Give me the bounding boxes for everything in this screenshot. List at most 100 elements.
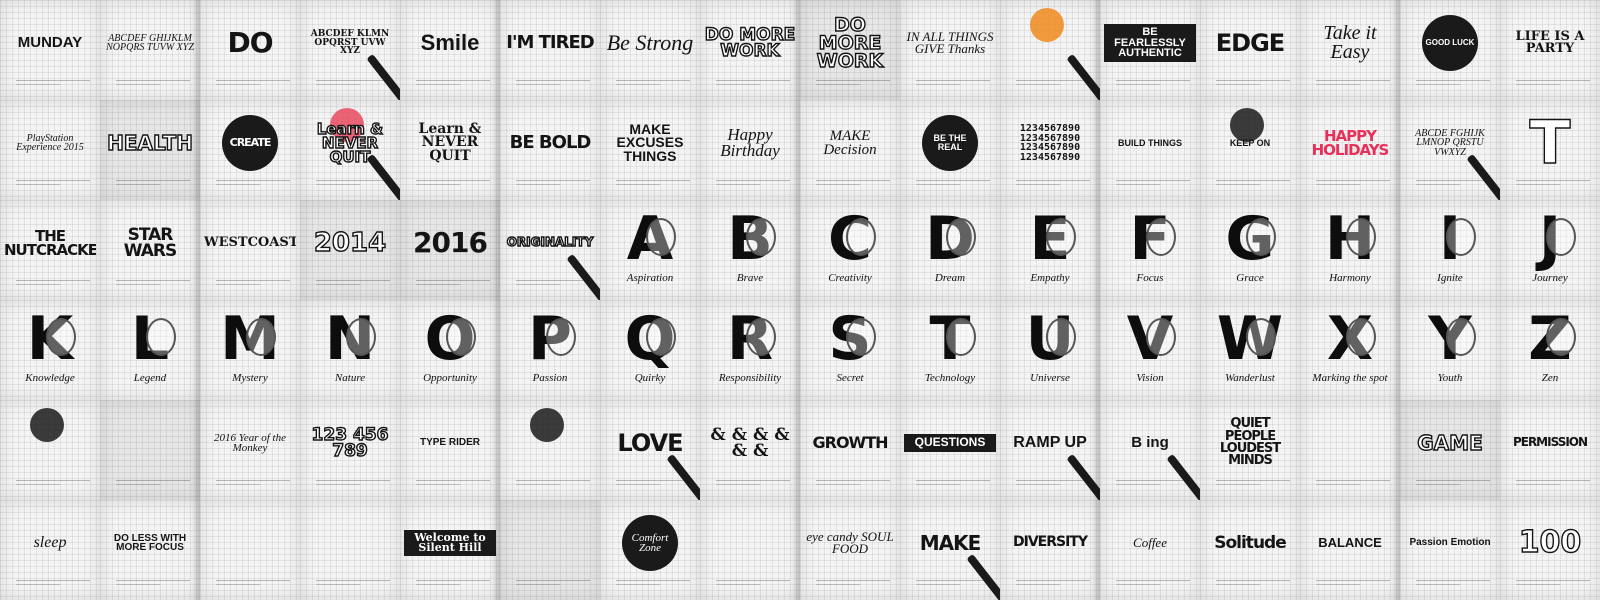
illustrated-letter: Q <box>618 304 682 374</box>
letter-caption-word: Knowledge <box>25 372 75 384</box>
lettering-photo-tile: Comfort Zone <box>600 500 700 600</box>
lettering-text: EDGE <box>1215 28 1285 57</box>
illustrated-letter: R <box>718 304 782 374</box>
lettering-photo-tile <box>500 500 600 600</box>
lettering-photo-tile: Passion Emotion <box>1400 500 1500 600</box>
hand-lettering: Coffee <box>1104 512 1196 574</box>
lettering-text: GOOD LUCK <box>1425 38 1475 48</box>
lettering-text: T <box>1529 112 1571 174</box>
hand-lettering: 100 <box>1504 512 1596 574</box>
illustrated-letter: O <box>418 304 482 374</box>
handwritten-caption-lines <box>1416 180 1490 186</box>
letter-caption-word: Wanderlust <box>1225 372 1275 384</box>
lettering-text: BALANCE <box>1318 534 1382 550</box>
hand-lettering: KEEP ON <box>1204 112 1296 174</box>
illustrated-letter: K <box>18 304 82 374</box>
hand-lettering: 123 456 789 <box>304 412 396 474</box>
lettering-photo-tile: 2014 <box>300 200 400 300</box>
hand-lettering: 2016 Year of the Monkey <box>204 412 296 474</box>
lettering-text: THE NUTCRACKER <box>4 226 96 259</box>
hand-lettering: Welcome to Silent Hill <box>404 512 496 574</box>
lettering-text: ABCDEF KLMN OPQRST UVW XYZ <box>310 29 390 57</box>
handwritten-caption-lines <box>116 80 190 86</box>
circle-badge: BE THE REAL <box>922 115 978 171</box>
hand-lettering <box>1304 412 1396 474</box>
lettering-photo-tile: GOOD LUCK <box>1400 0 1500 100</box>
handwritten-caption-lines <box>1216 480 1290 486</box>
handwritten-caption-lines <box>1116 80 1190 86</box>
hand-lettering: HEALTH <box>104 112 196 174</box>
hand-lettering: BE THE REAL <box>904 112 996 174</box>
lettering-photo-tile: BE FEARLESSLY AUTHENTIC <box>1100 0 1200 100</box>
lettering-photo-tile: Smile <box>400 0 500 100</box>
hand-lettering: THE NUTCRACKER <box>4 212 96 274</box>
lettering-photo-tile: GROWTH <box>800 400 900 500</box>
hand-lettering: Passion Emotion <box>1404 512 1496 574</box>
handwritten-caption-lines <box>1516 580 1590 586</box>
letter-caption-word: Grace <box>1236 272 1264 284</box>
lettering-text: BE THE REAL <box>933 133 967 152</box>
hand-lettering: MAKE EXCUSES THINGS <box>604 112 696 174</box>
letter-caption-word: Opportunity <box>423 372 477 384</box>
lettering-photo-tile: Welcome to Silent Hill <box>400 500 500 600</box>
letter-caption-word: Zen <box>1541 372 1559 384</box>
lettering-text: I'M TIRED <box>506 32 594 54</box>
handwritten-caption-lines <box>1416 480 1490 486</box>
lettering-text: Be Strong <box>606 29 694 55</box>
lettering-photo-tile: MAKE EXCUSES THINGS <box>600 100 700 200</box>
handwritten-caption-lines <box>216 80 290 86</box>
lettering-text: Take it Easy <box>1323 22 1377 63</box>
lettering-photo-tile <box>200 500 300 600</box>
lettering-photo-tile: HAPPY HOLIDAYS <box>1300 100 1400 200</box>
lettering-text: GROWTH <box>812 433 888 453</box>
handwritten-caption-lines <box>116 580 190 586</box>
handwritten-caption-lines <box>616 480 690 486</box>
hand-lettering: DO MORE WORK <box>804 12 896 74</box>
illustrated-letter: F <box>1118 204 1182 274</box>
hand-lettering: Solitude <box>1204 512 1296 574</box>
letter-caption-word: Responsibility <box>718 372 782 384</box>
lettering-text: BE FEARLESSLY AUTHENTIC <box>1104 24 1196 62</box>
lettering-text: 2016 <box>413 225 488 259</box>
hand-lettering: B ing <box>1104 412 1196 474</box>
hand-lettering: MUNDAY <box>4 12 96 74</box>
hand-lettering: WESTCOAST <box>204 212 296 274</box>
handwritten-caption-lines <box>616 180 690 186</box>
lettering-text: Coffee <box>1133 534 1167 550</box>
illustrated-letter: L <box>118 304 182 374</box>
lettering-text: Welcome to Silent Hill <box>404 529 496 557</box>
lettering-text: 2014 <box>313 227 387 258</box>
lettering-photo-tile: PlayStation Experience 2015 <box>0 100 100 200</box>
lettering-text: WESTCOAST <box>204 234 296 250</box>
lettering-photo-tile: HEALTH <box>100 100 200 200</box>
hand-lettering: MAKE <box>904 512 996 574</box>
hand-lettering: DO LESS WITH MORE FOCUS <box>104 512 196 574</box>
lettering-text: BUILD THINGS <box>1118 137 1182 148</box>
handwritten-caption-lines <box>516 580 590 586</box>
illustrated-letter: E <box>1018 204 1082 274</box>
lettering-text: IN ALL THINGS GIVE Thanks <box>906 28 994 56</box>
lettering-photo-tile: B Brave <box>700 200 800 300</box>
illustrated-letter: Z <box>1518 304 1582 374</box>
lettering-photo-tile <box>1000 0 1100 100</box>
lettering-photo-tile: J Journey <box>1500 200 1600 300</box>
lettering-photo-tile: M Mystery <box>200 300 300 400</box>
lettering-photo-tile: TYPE RIDER <box>400 400 500 500</box>
hand-lettering: STAR WARS <box>104 212 196 274</box>
hand-lettering: BUILD THINGS <box>1104 112 1196 174</box>
circle-badge: Comfort Zone <box>622 515 678 571</box>
lettering-photo-tile: S Secret <box>800 300 900 400</box>
letter-caption-word: Journey <box>1532 272 1568 284</box>
hand-lettering: RAMP UP <box>1004 412 1096 474</box>
illustrated-letter: C <box>818 204 882 274</box>
lettering-text: eye candy SOUL FOOD <box>806 528 894 556</box>
lettering-text: Comfort Zone <box>631 531 669 554</box>
lettering-text: CREATE <box>229 135 272 149</box>
lettering-photo-tile: A Aspiration <box>600 200 700 300</box>
handwritten-caption-lines <box>716 580 790 586</box>
lettering-photo-tile: C Creativity <box>800 200 900 300</box>
lettering-photo-tile: ABCDE FGHIJK LMNOP QRSTU VWXYZ <box>1400 100 1500 200</box>
lettering-photo-tile: O Opportunity <box>400 300 500 400</box>
lettering-text: DIVERSITY <box>1013 534 1088 551</box>
illustrated-letter: W <box>1216 304 1284 374</box>
